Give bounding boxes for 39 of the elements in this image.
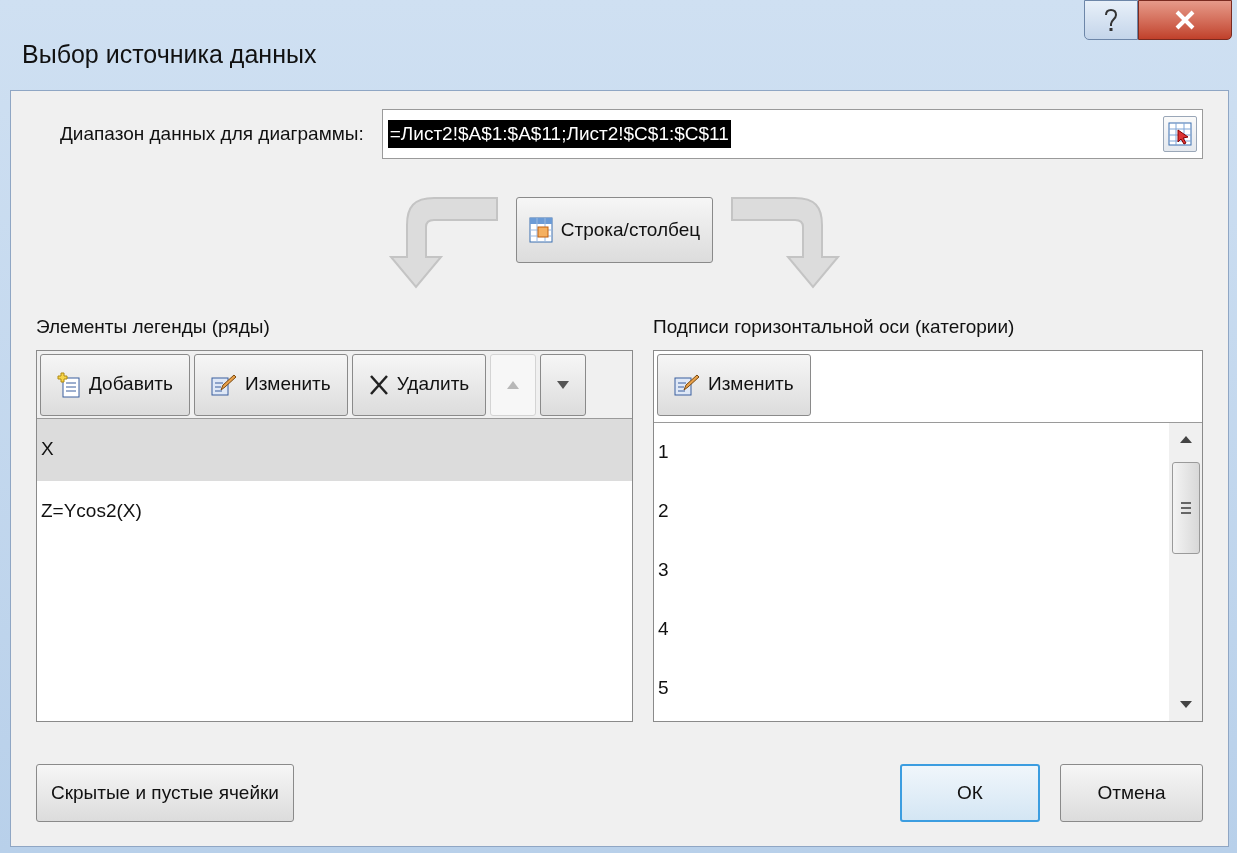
- scroll-up-icon: [1178, 434, 1193, 444]
- data-range-label: Диапазон данных для диаграммы:: [60, 121, 364, 146]
- delete-icon: [368, 373, 389, 396]
- range-picker-icon: [1168, 122, 1192, 146]
- legend-entries-label: Элементы легенды (ряды): [36, 315, 271, 339]
- add-button[interactable]: Добавить: [40, 353, 190, 416]
- category-item[interactable]: 5: [654, 658, 1169, 718]
- axis-labels-label: Подписи горизонтальной оси (категории): [653, 315, 1016, 339]
- range-picker-button[interactable]: [1163, 116, 1197, 152]
- scroll-down-icon: [1178, 699, 1193, 709]
- close-icon: [1174, 10, 1196, 30]
- cancel-button[interactable]: Отмена: [1060, 764, 1203, 822]
- up-arrow-icon: [506, 379, 521, 390]
- table-icon: [528, 217, 553, 243]
- ok-button[interactable]: ОК: [900, 764, 1040, 822]
- category-item[interactable]: 1: [654, 422, 1169, 482]
- window-title: Выбор источника данных: [22, 39, 317, 70]
- category-item[interactable]: 2: [654, 481, 1169, 541]
- data-range-field[interactable]: =Лист2!$A$1:$A$11;Лист2!$C$1:$C$11: [381, 109, 1203, 159]
- scrollbar[interactable]: [1169, 422, 1202, 721]
- switch-row-column-button[interactable]: Строка/столбец: [515, 197, 714, 263]
- category-item[interactable]: 4: [654, 599, 1169, 659]
- legend-series-item[interactable]: X: [37, 418, 632, 481]
- edit-icon: [211, 372, 237, 397]
- move-down-button[interactable]: [540, 353, 587, 416]
- data-range-value: =Лист2!$A$1:$A$11;Лист2!$C$1:$C$11: [387, 119, 731, 149]
- add-series-icon: [57, 371, 81, 398]
- edit-button[interactable]: Изменить: [194, 353, 348, 416]
- down-arrow-icon: [556, 379, 571, 390]
- close-button[interactable]: [1138, 0, 1232, 40]
- edit-icon: [674, 372, 700, 397]
- edit-button[interactable]: Изменить: [657, 353, 811, 416]
- hidden-empty-cells-button[interactable]: Скрытые и пустые ячейки: [36, 764, 294, 822]
- grip-icon: [1179, 500, 1192, 515]
- scrollbar-thumb[interactable]: [1171, 461, 1200, 554]
- help-button[interactable]: [1084, 0, 1138, 40]
- category-item[interactable]: 3: [654, 540, 1169, 600]
- delete-button[interactable]: Удалить: [351, 353, 487, 416]
- help-icon: [1103, 8, 1119, 32]
